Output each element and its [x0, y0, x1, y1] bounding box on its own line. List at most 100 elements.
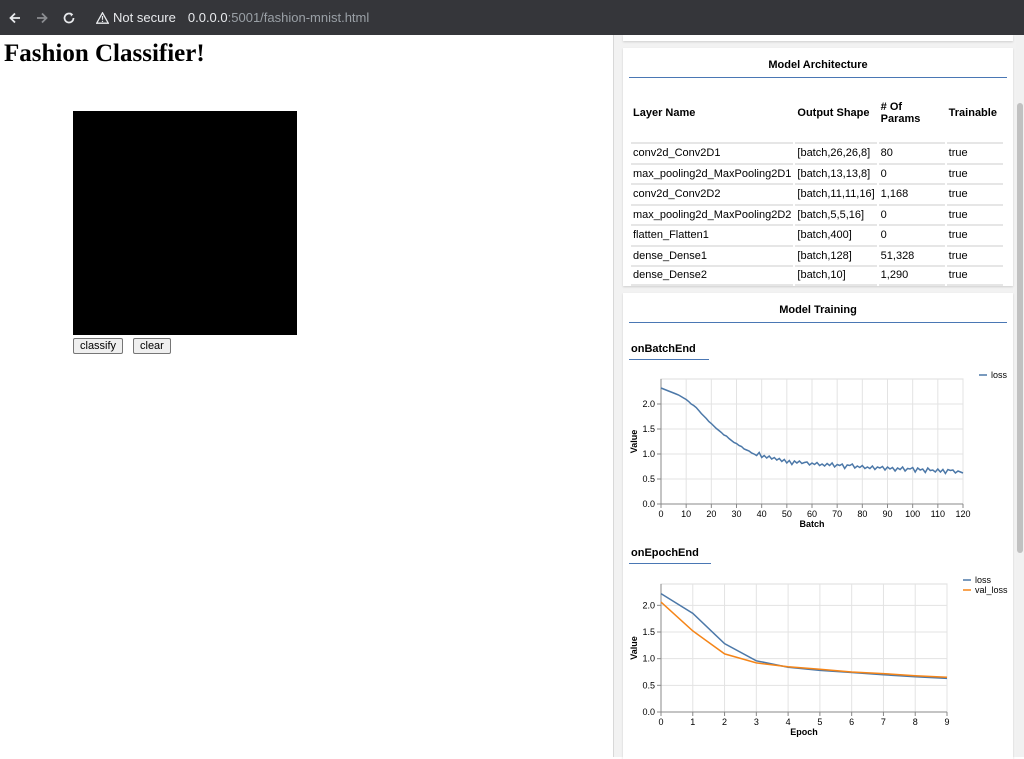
param-count: 1,290: [878, 265, 945, 286]
y-tick-label: 1.5: [642, 627, 655, 637]
x-tick-label: 110: [931, 509, 945, 519]
epoch-loss-chart: 0 1 2 3 4 5 6 7 8 9 0.0 0.5 1.0 1.5 2.0 Epoch Value lossv…: [629, 575, 1008, 737]
table-row: flatten_Flatten1 [batch,400] 0 true: [631, 224, 1003, 245]
x-tick-label: 100: [905, 509, 920, 519]
warning-icon: [96, 11, 109, 24]
table-row: conv2d_Conv2D2 [batch,11,11,16] 1,168 tr…: [631, 183, 1003, 204]
column-header: Trainable: [948, 107, 997, 119]
plot-area: [660, 583, 948, 713]
x-tick-label: 9: [944, 717, 949, 727]
layer-name: flatten_Flatten1: [631, 224, 794, 245]
output-shape: [batch,400]: [795, 224, 877, 245]
model-architecture-card: Model Architecture Layer Name Output Sha…: [623, 48, 1013, 286]
x-axis-label: Epoch: [790, 727, 818, 737]
trainable: true: [946, 265, 1003, 286]
x-tick-label: 20: [706, 509, 716, 519]
x-tick-label: 120: [955, 509, 970, 519]
column-header: Output Shape: [797, 107, 870, 119]
visor-panel: Model Architecture Layer Name Output Sha…: [613, 35, 1024, 759]
x-tick-label: 3: [754, 717, 759, 727]
layer-name: conv2d_Conv2D2: [631, 183, 794, 204]
x-tick-label: 6: [849, 717, 854, 727]
trainable: true: [946, 244, 1003, 266]
collapsed-card: [623, 35, 1013, 41]
x-tick-label: 0: [658, 717, 663, 727]
legend-label-loss: loss: [975, 575, 992, 585]
output-shape: [batch,26,26,8]: [795, 142, 877, 163]
x-tick-label: 8: [913, 717, 918, 727]
drawing-canvas[interactable]: [73, 111, 297, 335]
y-axis-label: Value: [629, 430, 639, 454]
param-count: 0: [878, 162, 945, 184]
x-tick-label: 40: [757, 509, 767, 519]
y-axis-label: Value: [629, 636, 639, 660]
legend-label-loss: loss: [991, 370, 1008, 380]
param-count: 80: [878, 142, 945, 163]
url-path: :5001/fashion-mnist.html: [227, 10, 370, 25]
security-indicator[interactable]: Not secure: [96, 10, 176, 25]
output-shape: [batch,5,5,16]: [795, 203, 877, 225]
x-tick-label: 1: [690, 717, 695, 727]
y-tick-label: 2.0: [642, 600, 655, 610]
y-tick-label: 1.0: [642, 654, 655, 664]
layer-name: max_pooling2d_MaxPooling2D1: [631, 162, 794, 184]
param-count: 0: [878, 203, 945, 225]
trainable: true: [946, 142, 1003, 163]
x-tick-label: 4: [786, 717, 791, 727]
layer-name: dense_Dense2: [631, 265, 794, 286]
table-row: conv2d_Conv2D1 [batch,26,26,8] 80 true: [631, 142, 1003, 163]
scrollbar[interactable]: [1016, 35, 1024, 757]
table-row: dense_Dense1 [batch,128] 51,328 true: [631, 244, 1003, 266]
y-tick-label: 0.5: [642, 680, 655, 690]
table-row: max_pooling2d_MaxPooling2D1 [batch,13,13…: [631, 162, 1003, 184]
layer-name: dense_Dense1: [631, 244, 794, 266]
x-tick-label: 30: [731, 509, 741, 519]
url-host: 0.0.0.0: [187, 10, 228, 25]
x-axis-label: Batch: [799, 519, 824, 529]
reload-icon[interactable]: [55, 0, 82, 35]
legend-label-val_loss: val_loss: [975, 585, 1008, 595]
table-row: dense_Dense2 [batch,10] 1,290 true: [631, 265, 1003, 286]
page-content: Fashion Classifier! classify clear Model…: [0, 35, 1024, 759]
batch-end-heading: onBatchEnd: [629, 343, 709, 360]
y-tick-label: 0.5: [642, 474, 655, 484]
security-label: Not secure: [113, 10, 176, 25]
y-tick-label: 1.0: [642, 449, 655, 459]
y-tick-label: 0.0: [642, 499, 655, 509]
param-count: 0: [878, 224, 945, 245]
trainable: true: [946, 162, 1003, 184]
trainable: true: [946, 224, 1003, 245]
x-tick-label: 80: [857, 509, 867, 519]
x-tick-label: 2: [722, 717, 727, 727]
batch-loss-chart: 0 10 20 30 40 50 60 70 80 90 100 110 120 0.0 0.5 1.0 1.5…: [629, 370, 1008, 529]
architecture-table: Layer Name Output Shape # Of Params Trai…: [629, 84, 1005, 286]
page-title: Fashion Classifier!: [4, 40, 205, 67]
back-arrow-icon[interactable]: [1, 0, 28, 35]
x-tick-label: 60: [807, 509, 817, 519]
column-header: # Of Params: [880, 101, 921, 125]
column-header: Layer Name: [633, 107, 696, 119]
output-shape: [batch,11,11,16]: [795, 183, 877, 204]
param-count: 1,168: [878, 183, 945, 204]
trainable: true: [946, 183, 1003, 204]
layer-name: conv2d_Conv2D1: [631, 142, 794, 163]
forward-arrow-icon[interactable]: [28, 0, 55, 35]
browser-toolbar: Not secure 0.0.0.0:5001/fashion-mnist.ht…: [0, 0, 1024, 35]
output-shape: [batch,128]: [795, 244, 877, 266]
y-tick-label: 2.0: [642, 399, 655, 409]
scrollbar-thumb[interactable]: [1017, 103, 1023, 553]
param-count: 51,328: [878, 244, 945, 266]
table-row: max_pooling2d_MaxPooling2D2 [batch,5,5,1…: [631, 203, 1003, 225]
address-bar[interactable]: 0.0.0.0:5001/fashion-mnist.html: [188, 10, 369, 25]
y-tick-label: 1.5: [642, 424, 655, 434]
x-tick-label: 0: [658, 509, 663, 519]
x-tick-label: 70: [832, 509, 842, 519]
x-tick-label: 10: [681, 509, 691, 519]
epoch-end-heading: onEpochEnd: [629, 547, 711, 564]
classify-button[interactable]: classify: [73, 338, 124, 354]
x-tick-label: 50: [782, 509, 792, 519]
x-tick-label: 5: [817, 717, 822, 727]
x-tick-label: 90: [882, 509, 892, 519]
training-title: Model Training: [629, 293, 1007, 323]
clear-button[interactable]: clear: [133, 338, 171, 354]
